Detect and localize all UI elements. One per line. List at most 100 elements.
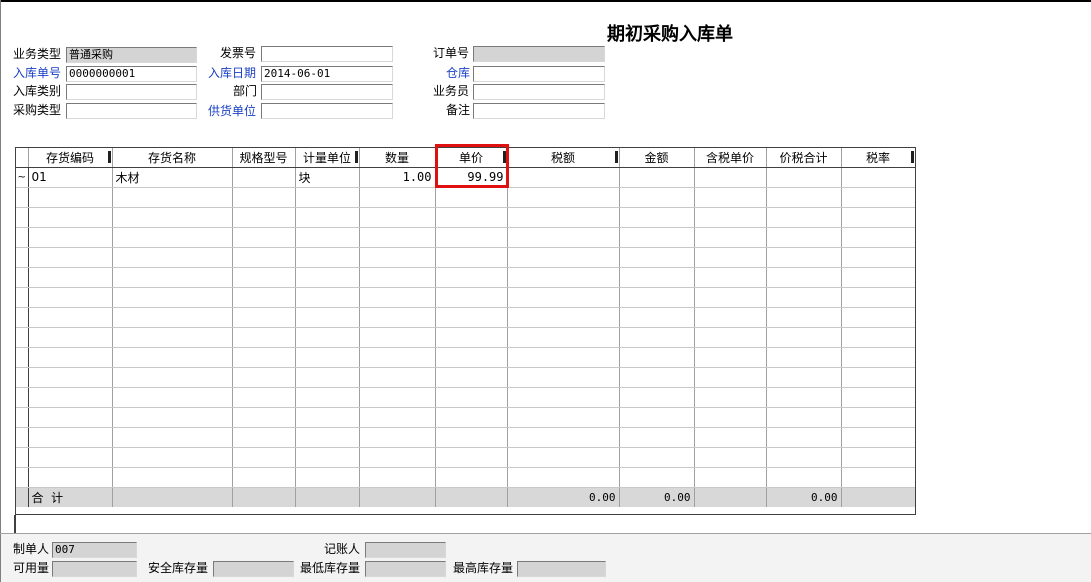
row-selector[interactable] [16, 387, 29, 408]
empty-cell[interactable] [112, 247, 233, 268]
empty-cell[interactable] [619, 247, 695, 268]
empty-cell[interactable] [232, 187, 296, 208]
empty-cell[interactable] [619, 347, 695, 368]
empty-cell[interactable] [28, 267, 113, 288]
empty-cell[interactable] [507, 247, 620, 268]
empty-cell[interactable] [694, 247, 767, 268]
empty-cell[interactable] [619, 187, 695, 208]
empty-cell[interactable] [619, 227, 695, 248]
empty-cell[interactable] [112, 447, 233, 468]
empty-cell[interactable] [28, 227, 113, 248]
empty-cell[interactable] [507, 187, 620, 208]
empty-cell[interactable] [112, 427, 233, 448]
empty-cell[interactable] [359, 287, 436, 308]
empty-cell[interactable] [694, 447, 767, 468]
empty-cell[interactable] [112, 367, 233, 388]
empty-cell[interactable] [112, 187, 233, 208]
empty-cell[interactable] [619, 407, 695, 428]
empty-row[interactable] [16, 347, 915, 368]
empty-cell[interactable] [295, 367, 360, 388]
row-selector[interactable] [16, 447, 29, 468]
empty-cell[interactable] [507, 407, 620, 428]
empty-cell[interactable] [766, 287, 842, 308]
cell-unit[interactable]: 块 [295, 167, 360, 188]
empty-cell[interactable] [507, 327, 620, 348]
cell-tax-rate[interactable] [841, 167, 915, 188]
empty-cell[interactable] [507, 207, 620, 228]
remark-field[interactable] [473, 103, 605, 119]
cell-amount[interactable] [619, 167, 695, 188]
grid-splitter[interactable] [14, 515, 16, 533]
empty-cell[interactable] [435, 407, 508, 428]
empty-cell[interactable] [359, 247, 436, 268]
purchase-type-field[interactable] [66, 103, 197, 119]
empty-row[interactable] [16, 187, 915, 208]
empty-cell[interactable] [112, 327, 233, 348]
cell-tax-price[interactable] [694, 167, 767, 188]
safety-stock-field[interactable] [213, 561, 294, 577]
empty-cell[interactable] [619, 387, 695, 408]
min-stock-field[interactable] [365, 561, 446, 577]
empty-cell[interactable] [112, 467, 233, 488]
empty-cell[interactable] [435, 447, 508, 468]
empty-cell[interactable] [694, 307, 767, 328]
column-header[interactable]: 价税合计 [766, 148, 842, 168]
column-header[interactable]: 存货编码 [28, 148, 113, 168]
empty-cell[interactable] [507, 287, 620, 308]
empty-cell[interactable] [295, 407, 360, 428]
empty-cell[interactable] [295, 227, 360, 248]
empty-cell[interactable] [694, 327, 767, 348]
empty-cell[interactable] [766, 307, 842, 328]
empty-cell[interactable] [694, 287, 767, 308]
empty-cell[interactable] [507, 227, 620, 248]
row-selector[interactable] [16, 207, 29, 228]
cell-item-code[interactable]: 01 [28, 167, 113, 188]
empty-cell[interactable] [28, 287, 113, 308]
empty-row[interactable] [16, 287, 915, 308]
row-selector[interactable] [16, 227, 29, 248]
empty-row[interactable] [16, 367, 915, 388]
empty-cell[interactable] [694, 347, 767, 368]
empty-cell[interactable] [694, 387, 767, 408]
empty-cell[interactable] [694, 187, 767, 208]
empty-row[interactable] [16, 267, 915, 288]
order-no-field[interactable] [473, 46, 605, 62]
empty-cell[interactable] [507, 347, 620, 368]
row-selector[interactable]: ~ [16, 167, 29, 188]
receipt-date-field[interactable]: 2014-06-01 [261, 66, 393, 82]
empty-cell[interactable] [841, 367, 915, 388]
empty-row[interactable] [16, 447, 915, 468]
empty-cell[interactable] [28, 207, 113, 228]
empty-cell[interactable] [359, 307, 436, 328]
empty-cell[interactable] [435, 287, 508, 308]
empty-cell[interactable] [232, 267, 296, 288]
empty-cell[interactable] [28, 327, 113, 348]
empty-cell[interactable] [507, 307, 620, 328]
empty-cell[interactable] [619, 467, 695, 488]
business-type-field[interactable]: 普通采购 [66, 47, 197, 63]
empty-cell[interactable] [841, 407, 915, 428]
empty-cell[interactable] [232, 387, 296, 408]
cell-quantity[interactable]: 1.00 [359, 167, 436, 188]
empty-cell[interactable] [112, 207, 233, 228]
empty-cell[interactable] [28, 447, 113, 468]
empty-cell[interactable] [232, 407, 296, 428]
empty-cell[interactable] [766, 207, 842, 228]
empty-row[interactable] [16, 327, 915, 348]
empty-cell[interactable] [766, 247, 842, 268]
receipt-category-field[interactable] [66, 84, 197, 100]
empty-cell[interactable] [232, 247, 296, 268]
row-selector[interactable] [16, 287, 29, 308]
empty-cell[interactable] [694, 227, 767, 248]
empty-cell[interactable] [507, 427, 620, 448]
empty-cell[interactable] [112, 387, 233, 408]
empty-row[interactable] [16, 227, 915, 248]
empty-cell[interactable] [295, 347, 360, 368]
empty-cell[interactable] [619, 447, 695, 468]
empty-cell[interactable] [766, 447, 842, 468]
empty-cell[interactable] [766, 467, 842, 488]
salesperson-field[interactable] [473, 84, 605, 100]
empty-cell[interactable] [435, 467, 508, 488]
column-header[interactable]: 税率 [841, 148, 915, 168]
empty-cell[interactable] [232, 447, 296, 468]
